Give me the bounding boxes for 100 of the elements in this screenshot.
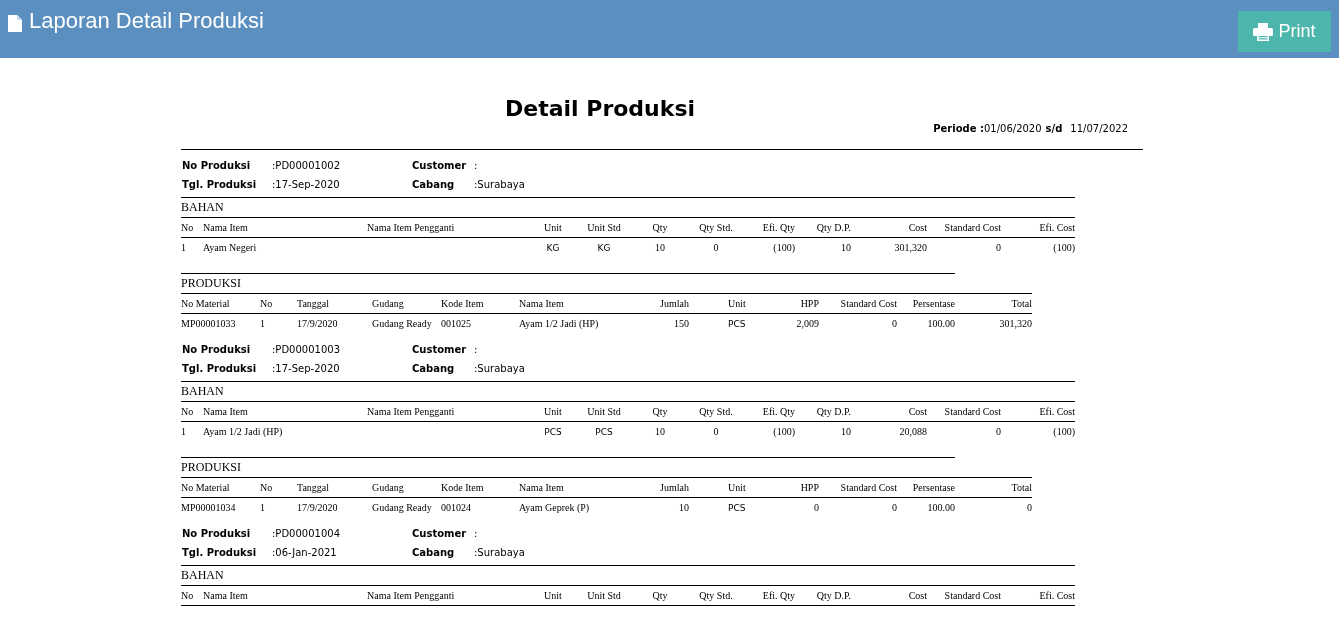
column-header: Unit xyxy=(727,297,747,311)
column-header: Tanggal xyxy=(297,297,331,311)
table-cell-text: Ayam 1/2 Jadi (HP) xyxy=(519,317,600,331)
column-header: Persentase xyxy=(911,297,955,311)
field-value: : xyxy=(474,159,479,173)
column-header: Nama Item Pengganti xyxy=(367,221,456,235)
table-cell-text: 150 xyxy=(673,317,689,331)
table-cell-text: PCS xyxy=(543,426,563,439)
column-header: Unit xyxy=(727,481,747,495)
table-cell-text: 0 xyxy=(891,317,897,331)
period-label: Periode : xyxy=(933,123,984,134)
table-cell-text: 100.00 xyxy=(926,317,955,331)
column-header: Unit xyxy=(543,405,563,419)
table-cell-text: (100) xyxy=(772,241,795,255)
column-header: Nama Item Pengganti xyxy=(367,589,456,603)
column-header: No Material xyxy=(181,481,231,495)
column-header: Efi. Cost xyxy=(1038,221,1075,235)
column-header: Cost xyxy=(907,221,927,235)
table-cell-text: 301,320 xyxy=(893,241,927,255)
field-value: :17-Sep-2020 xyxy=(272,178,341,192)
print-button[interactable]: Print xyxy=(1238,11,1331,52)
field-label: No Produksi xyxy=(181,343,252,357)
column-header: Qty Std. xyxy=(698,405,734,419)
field-label: Cabang xyxy=(411,362,456,376)
field-label: Customer xyxy=(411,159,468,173)
field-value: :Surabaya xyxy=(474,178,526,192)
column-header: Unit xyxy=(543,589,563,603)
column-header: Qty D.P. xyxy=(815,589,851,603)
table-cell-text: PCS xyxy=(727,318,747,331)
column-header: Efi. Cost xyxy=(1038,589,1075,603)
column-header: Standard Cost xyxy=(943,221,1001,235)
field-value: :17-Sep-2020 xyxy=(272,362,341,376)
table-cell-text: 0 xyxy=(891,501,897,515)
column-header: Gudang xyxy=(372,481,405,495)
column-header: Qty D.P. xyxy=(815,221,851,235)
column-header: Qty xyxy=(651,589,669,603)
column-header: No Material xyxy=(181,297,231,311)
column-header: No xyxy=(181,221,195,235)
document-icon xyxy=(8,14,22,32)
table-cell-text: (100) xyxy=(1052,241,1075,255)
column-header: Jumlah xyxy=(659,297,689,311)
table-cell-text: Gudang Ready xyxy=(372,501,433,515)
table-cell-text: 20,088 xyxy=(898,425,927,439)
field-value: :PD00001003 xyxy=(272,343,341,357)
column-header: Qty xyxy=(651,405,669,419)
table-cell-text: 1 xyxy=(260,501,266,515)
table-cell-text: 1 xyxy=(181,425,187,439)
table-cell-text: KG xyxy=(545,242,561,255)
field-label: No Produksi xyxy=(181,527,252,541)
column-header: Efi. Qty xyxy=(761,589,795,603)
column-header: Cost xyxy=(907,589,927,603)
column-header: Efi. Cost xyxy=(1038,405,1075,419)
column-header: Nama Item xyxy=(203,221,249,235)
table-cell-text: 001025 xyxy=(441,317,472,331)
column-header: HPP xyxy=(799,297,819,311)
column-header: Nama Item xyxy=(519,481,565,495)
table-cell-text: 10 xyxy=(840,241,851,255)
column-header: Kode Item xyxy=(441,481,485,495)
column-header: HPP xyxy=(799,481,819,495)
column-header: Qty D.P. xyxy=(815,405,851,419)
period-end: 11/07/2022 xyxy=(1070,123,1128,134)
table-cell-text: 10 xyxy=(678,501,689,515)
table-cell-text: 10 xyxy=(840,425,851,439)
table-cell-text: 10 xyxy=(654,241,666,255)
column-header: Nama Item xyxy=(203,405,249,419)
field-value: : xyxy=(474,527,479,541)
field-label: Tgl. Produksi xyxy=(181,546,258,560)
field-label: Tgl. Produksi xyxy=(181,178,258,192)
field-value: :PD00001002 xyxy=(272,159,341,173)
column-header: Standard Cost xyxy=(943,589,1001,603)
column-header: Cost xyxy=(907,405,927,419)
table-cell-text: Gudang Ready xyxy=(372,317,433,331)
table-cell-text: 10 xyxy=(654,425,666,439)
column-header: Standard Cost xyxy=(839,297,897,311)
column-header: Qty xyxy=(651,221,669,235)
column-header: Tanggal xyxy=(297,481,331,495)
section-title: BAHAN xyxy=(181,565,1075,586)
table-cell-text: Ayam Negeri xyxy=(203,241,258,255)
column-header: Persentase xyxy=(911,481,955,495)
printer-icon xyxy=(1253,22,1274,41)
field-label: Cabang xyxy=(411,546,456,560)
table-cell-text: 301,320 xyxy=(998,317,1032,331)
field-label: Customer xyxy=(411,343,468,357)
column-header: Gudang xyxy=(372,297,405,311)
column-header: Nama Item Pengganti xyxy=(367,405,456,419)
column-header: Jumlah xyxy=(659,481,689,495)
column-header: Standard Cost xyxy=(839,481,897,495)
table-cell-text: 17/9/2020 xyxy=(297,501,339,515)
table-cell-text: 1 xyxy=(260,317,266,331)
table-cell-text: 1 xyxy=(181,241,187,255)
column-header: No xyxy=(260,481,274,495)
column-header: Efi. Qty xyxy=(761,405,795,419)
column-header: Total xyxy=(1010,481,1032,495)
table-cell-text: KG xyxy=(596,242,612,255)
column-header: Total xyxy=(1010,297,1032,311)
section-title: PRODUKSI xyxy=(181,274,1032,294)
field-value: :Surabaya xyxy=(474,362,526,376)
table-cell-text: 0 xyxy=(995,241,1001,255)
table-cell-text: 2,009 xyxy=(795,317,819,331)
column-header: Nama Item xyxy=(519,297,565,311)
